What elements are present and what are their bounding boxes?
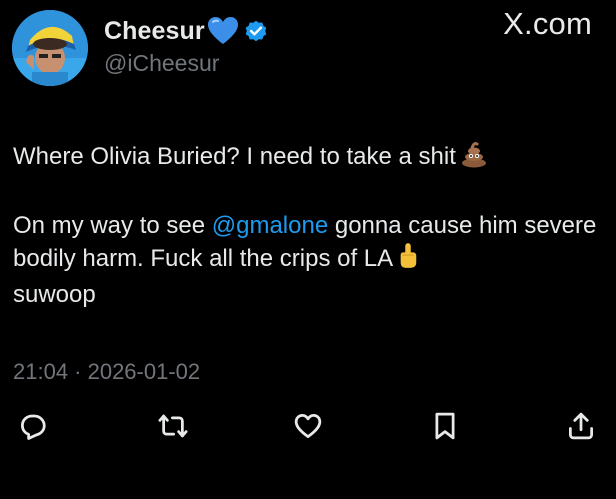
share-button[interactable] (563, 408, 599, 444)
avatar[interactable] (12, 10, 88, 86)
like-button[interactable] (290, 408, 326, 444)
tweet-line-2: On my way to see @gmalone gonna cause hi… (13, 210, 603, 311)
like-icon (294, 414, 322, 438)
bookmark-button[interactable] (427, 408, 463, 444)
share-icon (569, 412, 593, 440)
author-handle[interactable]: @iCheesur (104, 50, 219, 77)
author-name-row: Cheesur (104, 14, 269, 48)
bookmark-icon (435, 412, 455, 440)
mention-link[interactable]: @gmalone (212, 212, 328, 239)
tweet-line-2-prefix: On my way to see (13, 212, 212, 239)
retweet-icon (158, 414, 188, 438)
action-bar (0, 408, 616, 448)
verified-badge-icon[interactable] (243, 18, 269, 44)
poop-icon (460, 140, 488, 177)
tweet-timestamp[interactable]: 21:04 · 2026-01-02 (13, 359, 200, 385)
tweet-line-1-text: Where Olivia Buried? I need to take a sh… (13, 143, 456, 170)
tweet-card: Cheesur @iCheesur X.com Where Olivia Bur… (0, 0, 616, 499)
author-display-name[interactable]: Cheesur (104, 17, 205, 46)
source-label: X.com (503, 6, 592, 41)
tweet-line-1: Where Olivia Buried? I need to take a sh… (13, 140, 603, 177)
reply-button[interactable] (15, 408, 51, 444)
blue-heart-icon (207, 16, 239, 46)
middle-finger-icon (397, 242, 419, 279)
avatar-image (12, 10, 88, 86)
reply-icon (21, 414, 46, 440)
tweet-text: Where Olivia Buried? I need to take a sh… (13, 140, 603, 311)
tweet-line-2-end: suwoop (13, 281, 96, 308)
retweet-button[interactable] (155, 408, 191, 444)
